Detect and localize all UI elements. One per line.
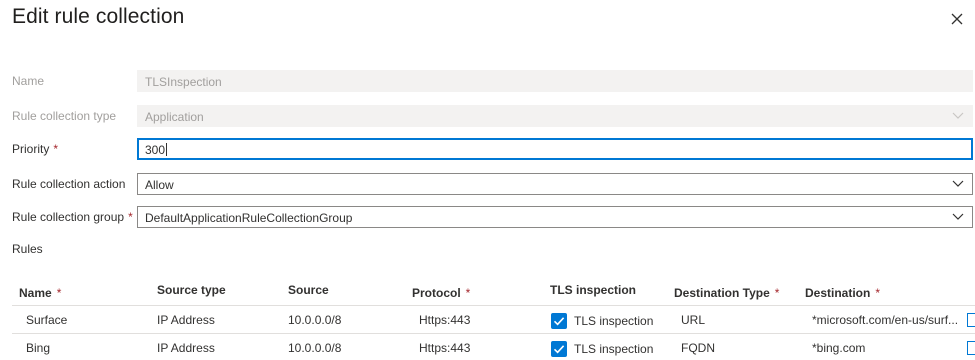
chevron-down-icon: [952, 112, 964, 120]
rule-name-cell: Surface: [26, 313, 68, 327]
type-value: Application: [145, 110, 204, 124]
required-marker: *: [53, 142, 59, 156]
action-row: Rule collection action Allow: [0, 173, 975, 197]
source-type-cell: IP Address: [157, 341, 215, 355]
column-header-source-type[interactable]: Source type: [157, 283, 226, 297]
required-marker: *: [128, 210, 133, 224]
destination-type-cell: URL: [681, 313, 706, 327]
column-header-destination[interactable]: Destination *: [805, 286, 880, 300]
source-cell: 10.0.0.0/8: [288, 313, 342, 327]
name-input: TLSInspection: [137, 70, 973, 92]
priority-row: Priority * 300: [0, 138, 975, 162]
rule-name-cell: Bing: [26, 341, 51, 355]
tls-inspection-checkbox[interactable]: [551, 313, 567, 329]
tls-inspection-label: TLS inspection: [574, 314, 654, 328]
source-cell: 10.0.0.0/8: [288, 341, 342, 355]
priority-input[interactable]: 300: [137, 138, 973, 160]
action-value: Allow: [145, 178, 174, 192]
destination-cell: *bing.com: [812, 341, 866, 355]
priority-value: 300: [145, 143, 166, 157]
protocol-cell: Https:443: [419, 313, 471, 327]
type-row: Rule collection type Application: [0, 105, 975, 129]
page-title: Edit rule collection: [12, 5, 185, 28]
name-label: Name: [12, 74, 45, 88]
column-header-tls-inspection[interactable]: TLS inspection: [550, 283, 636, 297]
group-value: DefaultApplicationRuleCollectionGroup: [145, 211, 353, 225]
check-icon: [553, 317, 565, 326]
close-button[interactable]: [946, 8, 968, 30]
source-type-cell: IP Address: [157, 313, 215, 327]
name-row: Name TLSInspection: [0, 70, 975, 94]
protocol-cell: Https:443: [419, 341, 471, 355]
group-row: Rule collection group * DefaultApplicatio…: [0, 206, 975, 230]
column-header-source[interactable]: Source: [288, 283, 329, 297]
column-header-destination-type[interactable]: Destination Type *: [674, 286, 779, 300]
check-icon: [553, 345, 565, 354]
priority-label: Priority *: [12, 142, 59, 156]
group-label: Rule collection group *: [12, 210, 133, 224]
action-select[interactable]: Allow: [137, 173, 973, 195]
delete-icon[interactable]: [967, 341, 975, 355]
action-label: Rule collection action: [12, 177, 126, 191]
chevron-down-icon: [952, 180, 964, 188]
column-header-name[interactable]: Name *: [19, 286, 61, 300]
type-label: Rule collection type: [12, 109, 117, 123]
type-select: Application: [137, 105, 973, 127]
destination-type-cell: FQDN: [681, 341, 715, 355]
group-select[interactable]: DefaultApplicationRuleCollectionGroup: [137, 206, 973, 228]
rules-section-label: Rules: [12, 242, 43, 256]
tls-inspection-label: TLS inspection: [574, 342, 654, 356]
destination-cell: *microsoft.com/en-us/surf...: [812, 313, 959, 327]
tls-inspection-checkbox[interactable]: [551, 341, 567, 357]
close-icon: [951, 13, 963, 25]
column-header-protocol[interactable]: Protocol *: [412, 286, 470, 300]
chevron-down-icon: [952, 213, 964, 221]
delete-icon[interactable]: [967, 313, 975, 327]
